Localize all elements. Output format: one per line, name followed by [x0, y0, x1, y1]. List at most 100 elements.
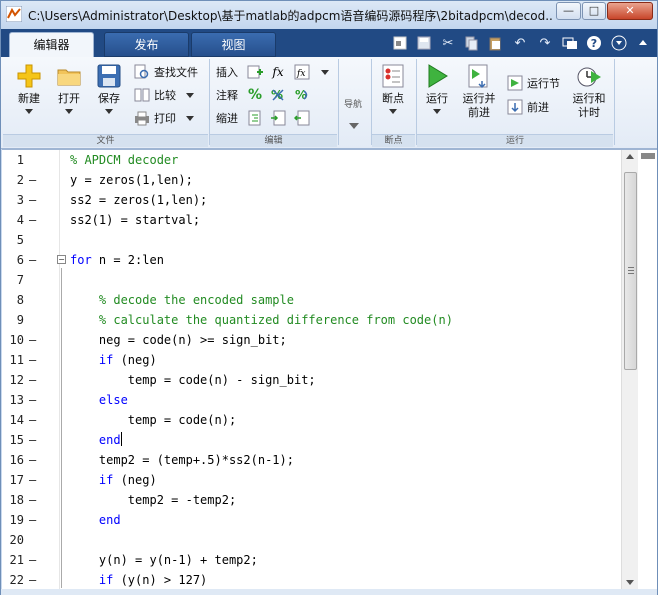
paste-icon[interactable]	[486, 34, 504, 52]
comment-percent-icon[interactable]: %	[246, 86, 264, 104]
scroll-up-icon[interactable]	[626, 154, 634, 159]
code-text[interactable]: % calculate the quantized difference fro…	[70, 310, 453, 330]
executable-line-marker[interactable]: —	[29, 170, 36, 190]
help-icon[interactable]: ?	[585, 34, 603, 52]
comment-label[interactable]: 注释	[216, 86, 238, 104]
code-text[interactable]: end	[70, 430, 122, 450]
code-text[interactable]: neg = code(n) >= sign_bit;	[70, 330, 287, 350]
code-line[interactable]: 21 — y(n) = y(n-1) + temp2;	[2, 550, 622, 570]
executable-line-marker[interactable]: —	[29, 510, 36, 530]
code-line[interactable]: 7	[2, 270, 622, 290]
analyzer-status-icon[interactable]	[641, 153, 655, 159]
tab-publish[interactable]: 发布	[104, 32, 189, 57]
code-text[interactable]: ss2(1) = startval;	[70, 210, 200, 230]
executable-line-marker[interactable]: —	[29, 490, 36, 510]
run-and-advance-button[interactable]: 运行并 前进	[459, 63, 499, 120]
switch-windows-icon[interactable]	[561, 34, 579, 52]
maximize-button[interactable]: □	[582, 2, 606, 20]
code-text[interactable]: if (neg)	[70, 350, 157, 370]
cut-icon[interactable]: ✂	[439, 34, 457, 52]
code-text[interactable]: if (neg)	[70, 470, 157, 490]
find-files-button[interactable]: 查找文件	[134, 63, 198, 81]
increase-indent-icon[interactable]	[269, 109, 287, 127]
code-line[interactable]: 10 — neg = code(n) >= sign_bit;	[2, 330, 622, 350]
executable-line-marker[interactable]: —	[29, 470, 36, 490]
insert-dropdown-icon[interactable]	[316, 63, 334, 81]
executable-line-marker[interactable]: —	[29, 390, 36, 410]
undo-icon[interactable]: ↶	[511, 34, 529, 52]
executable-line-marker[interactable]: —	[29, 410, 36, 430]
code-line[interactable]: 19 — end	[2, 510, 622, 530]
executable-line-marker[interactable]: —	[29, 450, 36, 470]
code-line[interactable]: 12 — temp = code(n) - sign_bit;	[2, 370, 622, 390]
code-text[interactable]: temp = code(n) - sign_bit;	[70, 370, 316, 390]
uncomment-icon[interactable]: %	[269, 86, 287, 104]
code-line[interactable]: 3 — ss2 = zeros(1,len);	[2, 190, 622, 210]
run-and-time-button[interactable]: 运行和 计时	[569, 63, 609, 120]
navigate-group[interactable]: 导航	[340, 59, 370, 145]
insert-function-icon[interactable]: fx	[269, 63, 287, 81]
code-line[interactable]: 16 — temp2 = (temp+.5)*ss2(n-1);	[2, 450, 622, 470]
save-quick-icon[interactable]	[415, 34, 433, 52]
executable-line-marker[interactable]: —	[29, 210, 36, 230]
scrollbar-thumb[interactable]	[624, 172, 637, 370]
indent-label[interactable]: 缩进	[216, 109, 238, 127]
executable-line-marker[interactable]: —	[29, 350, 36, 370]
code-line[interactable]: 22 — if (y(n) > 127)	[2, 570, 622, 590]
code-text[interactable]: y = zeros(1,len);	[70, 170, 193, 190]
code-line[interactable]: 14 — temp = code(n);	[2, 410, 622, 430]
scroll-down-icon[interactable]	[626, 580, 634, 585]
wrap-comments-icon[interactable]: %	[293, 86, 311, 104]
collapse-ribbon-icon[interactable]	[634, 34, 652, 52]
code-line[interactable]: 8 % decode the encoded sample	[2, 290, 622, 310]
code-text[interactable]: for n = 2:len	[70, 250, 164, 270]
code-line[interactable]: 4 — ss2(1) = startval;	[2, 210, 622, 230]
code-line[interactable]: 5	[2, 230, 622, 250]
code-text[interactable]: y(n) = y(n-1) + temp2;	[70, 550, 258, 570]
executable-line-marker[interactable]: —	[29, 370, 36, 390]
code-line[interactable]: 9 % calculate the quantized difference f…	[2, 310, 622, 330]
code-editor[interactable]: 1 % APDCM decoder 2 — y = zeros(1,len); 3 — ss2…	[2, 149, 657, 590]
print-button[interactable]: 打印	[134, 109, 194, 127]
insert-section-icon[interactable]	[246, 63, 264, 81]
executable-line-marker[interactable]: —	[29, 330, 36, 350]
code-line[interactable]: 6 — for n = 2:len	[2, 250, 622, 270]
open-button[interactable]: 打开	[51, 63, 87, 114]
decrease-indent-icon[interactable]	[293, 109, 311, 127]
executable-line-marker[interactable]: —	[29, 190, 36, 210]
tab-view[interactable]: 视图	[191, 32, 276, 57]
new-window-icon[interactable]	[391, 34, 409, 52]
code-line[interactable]: 17 — if (neg)	[2, 470, 622, 490]
save-button[interactable]: 保存	[91, 63, 127, 114]
code-text[interactable]: else	[70, 390, 128, 410]
code-text[interactable]: % APDCM decoder	[70, 150, 178, 170]
code-text[interactable]: if (y(n) > 127)	[70, 570, 207, 590]
vertical-scrollbar[interactable]	[621, 150, 638, 590]
insert-label[interactable]: 插入	[216, 63, 238, 81]
code-line[interactable]: 13 — else	[2, 390, 622, 410]
code-text[interactable]: temp2 = (temp+.5)*ss2(n-1);	[70, 450, 294, 470]
fold-toggle-icon[interactable]: −	[57, 255, 66, 264]
code-line[interactable]: 1 % APDCM decoder	[2, 150, 622, 170]
code-line[interactable]: 2 — y = zeros(1,len);	[2, 170, 622, 190]
executable-line-marker[interactable]: —	[29, 430, 36, 450]
executable-line-marker[interactable]: —	[29, 570, 36, 590]
smart-indent-icon[interactable]	[246, 109, 264, 127]
run-section-button[interactable]: 运行节	[507, 74, 560, 92]
breakpoints-button[interactable]: 断点	[375, 63, 411, 114]
advance-button[interactable]: 前进	[507, 98, 549, 116]
new-button[interactable]: 新建	[9, 63, 49, 114]
code-text[interactable]: % decode the encoded sample	[70, 290, 294, 310]
insert-code-icon[interactable]: fx	[293, 63, 311, 81]
close-button[interactable]: ✕	[607, 2, 653, 20]
code-line[interactable]: 18 — temp2 = -temp2;	[2, 490, 622, 510]
code-text[interactable]: end	[70, 510, 121, 530]
code-line[interactable]: 11 — if (neg)	[2, 350, 622, 370]
redo-icon[interactable]: ↷	[536, 34, 554, 52]
compare-button[interactable]: 比较	[134, 86, 194, 104]
code-text[interactable]: ss2 = zeros(1,len);	[70, 190, 207, 210]
code-text[interactable]: temp2 = -temp2;	[70, 490, 236, 510]
tab-editor[interactable]: 编辑器	[9, 32, 94, 58]
code-line[interactable]: 20	[2, 530, 622, 550]
options-menu-icon[interactable]	[610, 34, 628, 52]
